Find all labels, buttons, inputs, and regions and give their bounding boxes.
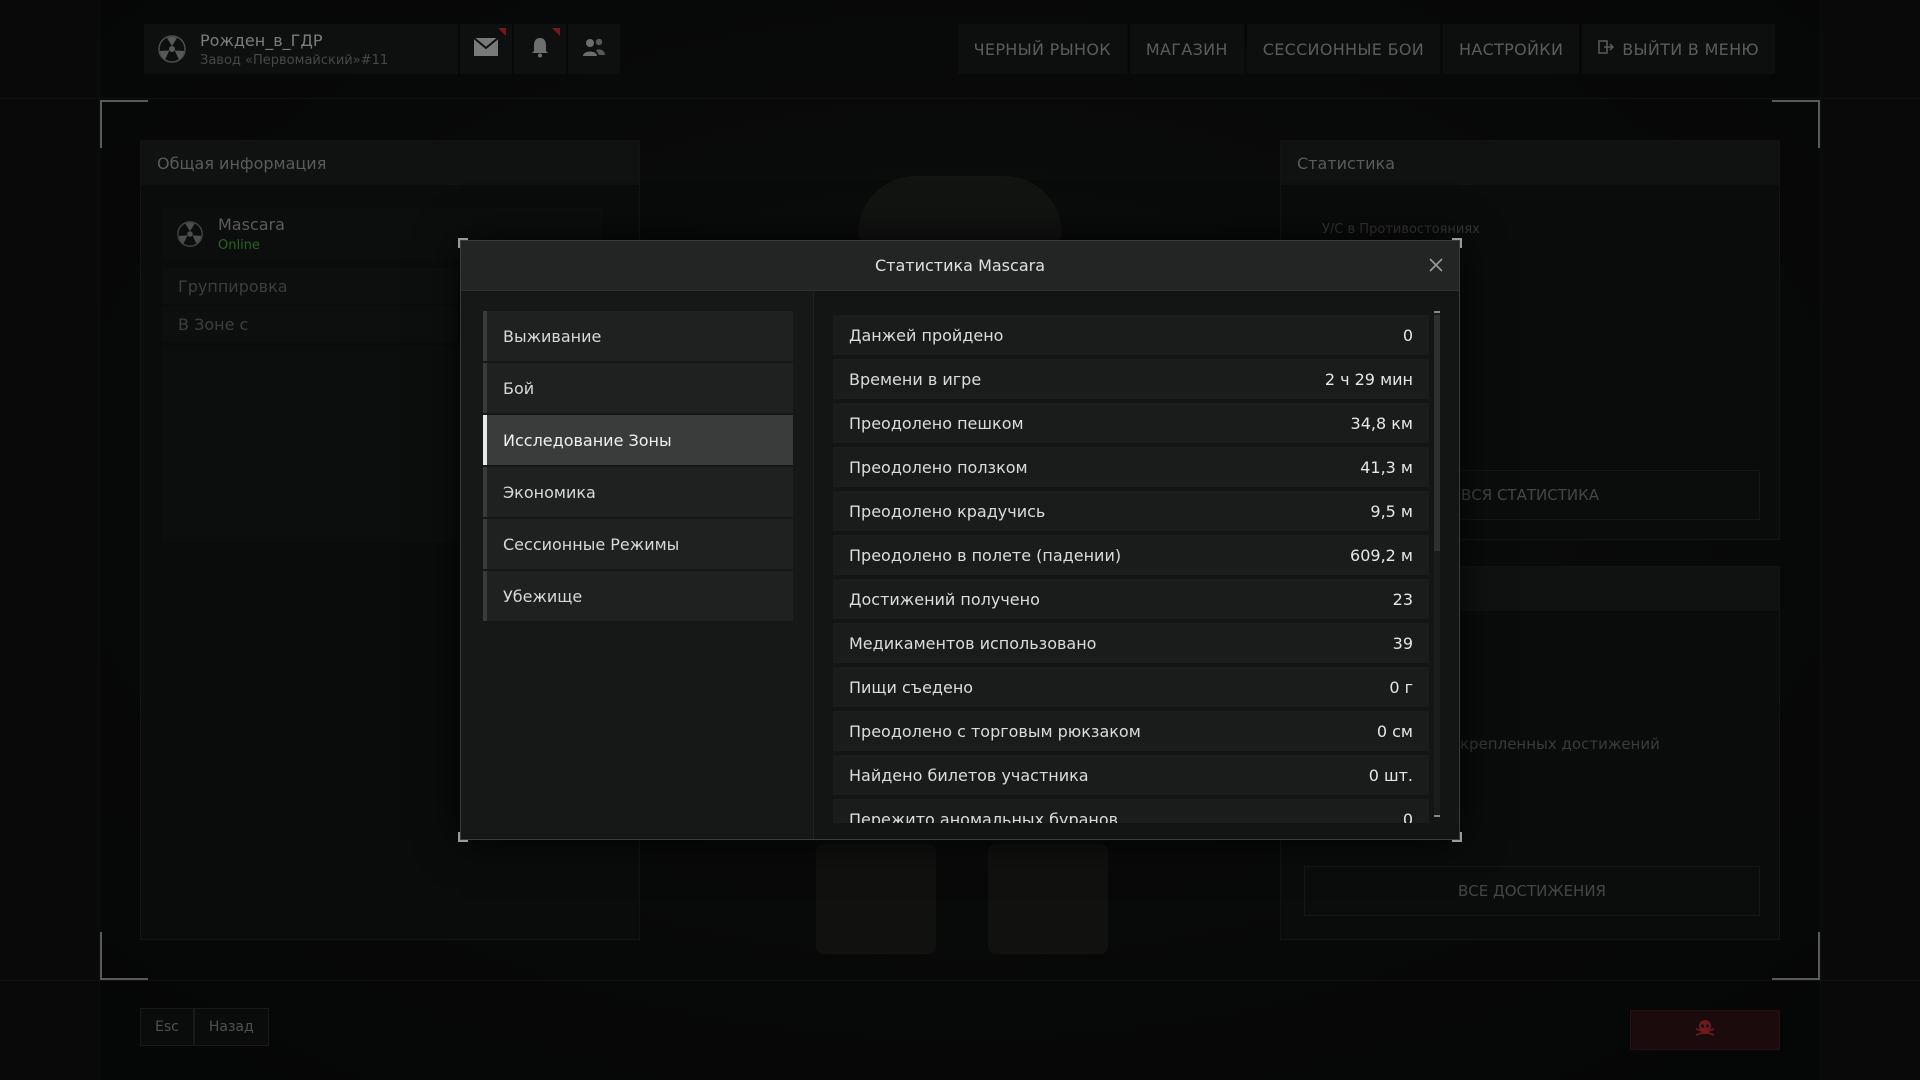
close-icon — [1429, 257, 1443, 276]
stat-row: Пережито аномальных буранов 0 — [833, 799, 1429, 823]
scrollbar-cap — [1434, 815, 1440, 817]
stat-value: 0 см — [1376, 721, 1413, 741]
stat-value: 0 шт. — [1368, 765, 1413, 785]
stat-value: 0 — [1402, 325, 1413, 345]
category-list: Выживание Бой Исследование Зоны Экономик… — [483, 311, 793, 623]
category-economy[interactable]: Экономика — [483, 467, 793, 517]
stat-label: Преодолено крадучись — [849, 501, 1046, 521]
stat-row: Достижений получено 23 — [833, 579, 1429, 619]
stat-value: 41,3 м — [1360, 457, 1413, 477]
stat-label: Медикаментов использовано — [849, 633, 1097, 653]
modal-corner — [458, 832, 468, 842]
stat-label: Времени в игре — [849, 369, 982, 389]
category-separator — [813, 291, 814, 839]
stat-value: 34,8 км — [1350, 413, 1413, 433]
stat-label: Преодолено ползком — [849, 457, 1028, 477]
stat-label: Преодолено пешком — [849, 413, 1024, 433]
category-zone-exploration[interactable]: Исследование Зоны — [483, 415, 793, 465]
scrollbar-thumb[interactable] — [1434, 315, 1440, 551]
statistics-modal: Статистика Mascara Выживание Бой Исследо… — [458, 238, 1462, 842]
stats-list: Данжей пройдено 0 Времени в игре 2 ч 29 ми… — [833, 315, 1429, 823]
stat-value: 609,2 м — [1350, 545, 1413, 565]
modal-header: Статистика Mascara — [461, 241, 1459, 291]
stat-row: Преодолено в полете (падении) 609,2 м — [833, 535, 1429, 575]
category-combat[interactable]: Бой — [483, 363, 793, 413]
stat-label: Преодолено в полете (падении) — [849, 545, 1122, 565]
scrollbar-cap — [1434, 311, 1440, 313]
stat-row: Пищи съедено 0 г — [833, 667, 1429, 707]
category-session-modes[interactable]: Сессионные Режимы — [483, 519, 793, 569]
stat-row: Преодолено пешком 34,8 км — [833, 403, 1429, 443]
category-shelter[interactable]: Убежище — [483, 571, 793, 621]
game-screen: Рожден_в_ГДР Завод «Первомайский»#11 ЧЕР… — [0, 0, 1920, 1080]
stat-value: 0 — [1402, 809, 1413, 824]
close-button[interactable] — [1425, 255, 1447, 277]
stat-value: 2 ч 29 мин — [1324, 369, 1413, 389]
stat-label: Достижений получено — [849, 589, 1040, 609]
stat-value: 9,5 м — [1370, 501, 1413, 521]
category-survival[interactable]: Выживание — [483, 311, 793, 361]
stat-label: Найдено билетов участника — [849, 765, 1089, 785]
stat-value: 0 г — [1389, 677, 1413, 697]
stat-row: Преодолено ползком 41,3 м — [833, 447, 1429, 487]
stat-label: Пищи съедено — [849, 677, 974, 697]
stat-label: Данжей пройдено — [849, 325, 1004, 345]
stat-row: Времени в игре 2 ч 29 мин — [833, 359, 1429, 399]
stat-row: Медикаментов использовано 39 — [833, 623, 1429, 663]
stat-row: Данжей пройдено 0 — [833, 315, 1429, 355]
stat-value: 39 — [1392, 633, 1413, 653]
stat-value: 23 — [1392, 589, 1413, 609]
modal-title: Статистика Mascara — [874, 256, 1045, 275]
stat-row: Преодолено с торговым рюкзаком 0 см — [833, 711, 1429, 751]
stat-label: Преодолено с торговым рюкзаком — [849, 721, 1141, 741]
stat-row: Найдено билетов участника 0 шт. — [833, 755, 1429, 795]
stat-label: Пережито аномальных буранов — [849, 809, 1119, 824]
stat-row: Преодолено крадучись 9,5 м — [833, 491, 1429, 531]
stats-scrollbar[interactable] — [1434, 311, 1440, 817]
